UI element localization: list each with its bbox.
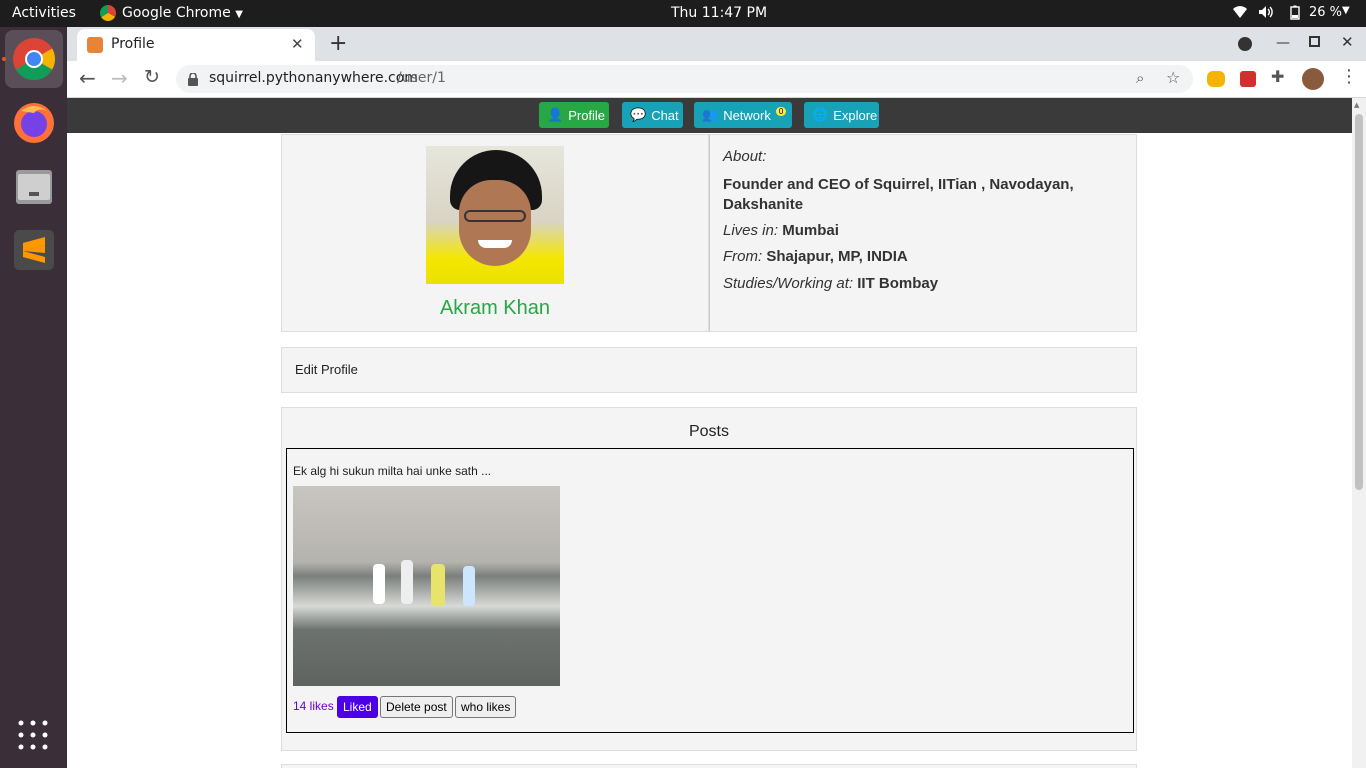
next-panel-edge	[281, 764, 1137, 768]
dock	[0, 27, 67, 768]
app-menu-label: Google Chrome	[122, 5, 231, 21]
profile-photo	[426, 146, 564, 284]
who-likes-button[interactable]: who likes	[455, 696, 517, 718]
user-edit-icon: 👤	[547, 107, 564, 122]
scrollbar-thumb[interactable]	[1355, 114, 1363, 490]
app-menu[interactable]: Google Chrome ▼	[122, 5, 243, 21]
url-path: /user/1	[397, 70, 446, 86]
site-navbar: 👤 Profile 💬 Chat 👥 Network 0 🌐 Explore	[67, 98, 1352, 133]
network-nav-button[interactable]: 👥 Network 0	[694, 102, 792, 128]
extensions-puzzle-icon[interactable]: ✚	[1271, 67, 1284, 86]
tab-strip: Profile ✕ + — ✕	[67, 27, 1366, 61]
lock-icon	[188, 71, 198, 90]
new-tab-icon[interactable]: +	[329, 31, 347, 56]
dock-files[interactable]	[5, 157, 63, 215]
tab-profile[interactable]: Profile ✕	[77, 29, 315, 61]
users-icon: 👥	[702, 107, 719, 122]
battery-percent[interactable]: 26 %	[1309, 5, 1342, 20]
lives-in-row: Lives in: Mumbai	[723, 222, 839, 239]
file-cabinet-icon	[16, 170, 52, 204]
system-top-bar: Activities Google Chrome ▼ Thu 11:47 PM …	[0, 0, 1366, 27]
from-label: From:	[723, 248, 763, 265]
profile-name: Akram Khan	[439, 297, 551, 319]
posts-heading: Posts	[688, 423, 729, 440]
delete-post-button[interactable]: Delete post	[380, 696, 453, 718]
studies-row: Studies/Working at: IIT Bombay	[723, 275, 938, 292]
chrome-small-icon	[100, 5, 116, 21]
activities-button[interactable]: Activities	[12, 5, 76, 21]
post-image	[293, 486, 560, 686]
system-menu-chevron-icon[interactable]: ▼	[1342, 5, 1350, 16]
about-label: About:	[723, 148, 767, 165]
extension-eyes-icon[interactable]	[1207, 71, 1225, 87]
dock-firefox[interactable]	[5, 93, 63, 151]
from-value: Shajapur, MP, INDIA	[766, 248, 908, 265]
profile-avatar-icon[interactable]	[1302, 68, 1324, 90]
profile-about-panel: About: Founder and CEO of Squirrel, IITi…	[709, 134, 1137, 332]
post-caption: Ek alg hi sukun milta hai unke sath ...	[293, 464, 492, 478]
url-domain: squirrel.pythonanywhere.com	[209, 70, 418, 86]
chat-nav-label: Chat	[651, 107, 679, 123]
post-card: Ek alg hi sukun milta hai unke sath ... …	[286, 448, 1134, 733]
edit-profile-link[interactable]: Edit Profile	[295, 362, 358, 377]
bookmark-star-icon[interactable]: ☆	[1166, 68, 1180, 87]
browser-window: Profile ✕ + — ✕ ← → ↻ squirrel.pythonany…	[67, 27, 1366, 768]
tab-title: Profile	[111, 36, 155, 52]
extension-record-icon[interactable]	[1240, 71, 1256, 87]
edit-profile-panel: Edit Profile	[281, 347, 1137, 393]
sublime-text-icon	[14, 230, 54, 270]
close-tab-icon[interactable]: ✕	[291, 35, 304, 53]
menu-dots-icon[interactable]: ⋮	[1340, 66, 1358, 87]
studies-label: Studies/Working at:	[723, 275, 854, 292]
posts-panel: Posts Ek alg hi sukun milta hai unke sat…	[281, 407, 1137, 751]
chat-nav-button[interactable]: 💬 Chat	[622, 102, 683, 128]
chevron-down-icon: ▼	[235, 9, 243, 20]
network-count-badge: 0	[775, 106, 787, 116]
browser-toolbar: ← → ↻ squirrel.pythonanywhere.com /user/…	[67, 61, 1366, 98]
forward-arrow-icon[interactable]: →	[111, 66, 128, 90]
minimize-icon[interactable]: —	[1276, 35, 1290, 51]
dock-sublime[interactable]	[5, 221, 63, 279]
tab-search-icon[interactable]	[1238, 37, 1252, 51]
profile-nav-label: Profile	[568, 107, 606, 123]
app-grid-icon[interactable]	[17, 719, 49, 755]
chat-bubbles-icon: 💬	[630, 107, 647, 122]
lives-in-label: Lives in:	[723, 222, 779, 239]
liked-button[interactable]: Liked	[337, 696, 378, 718]
from-row: From: Shajapur, MP, INDIA	[723, 248, 908, 265]
dock-chrome[interactable]	[5, 30, 63, 88]
restore-icon[interactable]	[1309, 36, 1320, 47]
close-window-icon[interactable]: ✕	[1341, 33, 1354, 51]
address-bar[interactable]: squirrel.pythonanywhere.com /user/1 ⌕ ☆	[176, 65, 1193, 93]
reload-icon[interactable]: ↻	[144, 66, 160, 88]
explore-nav-button[interactable]: 🌐 Explore	[804, 102, 879, 128]
profile-photo-panel: Akram Khan	[281, 134, 709, 332]
page-scrollbar[interactable]: ▲	[1352, 98, 1366, 768]
chrome-icon	[13, 38, 56, 81]
volume-icon[interactable]	[1258, 5, 1274, 23]
studies-value: IIT Bombay	[857, 275, 939, 292]
wifi-icon[interactable]	[1232, 5, 1248, 23]
explore-nav-label: Explore	[833, 107, 878, 123]
web-page: 👤 Profile 💬 Chat 👥 Network 0 🌐 Explore Akram…	[67, 98, 1352, 768]
battery-icon[interactable]	[1290, 5, 1300, 24]
squirrel-favicon-icon	[87, 37, 103, 53]
zoom-icon[interactable]: ⌕	[1136, 69, 1144, 87]
about-text: Founder and CEO of Squirrel, IITian , Na…	[723, 176, 1074, 213]
post-likes-count: 14 likes	[293, 699, 334, 713]
lives-in-value: Mumbai	[782, 222, 839, 239]
back-arrow-icon[interactable]: ←	[79, 66, 96, 90]
clock[interactable]: Thu 11:47 PM	[671, 5, 767, 21]
profile-nav-button[interactable]: 👤 Profile	[539, 102, 609, 128]
firefox-icon	[14, 103, 54, 143]
globe-icon: 🌐	[812, 107, 829, 122]
network-nav-label: Network	[723, 107, 771, 123]
